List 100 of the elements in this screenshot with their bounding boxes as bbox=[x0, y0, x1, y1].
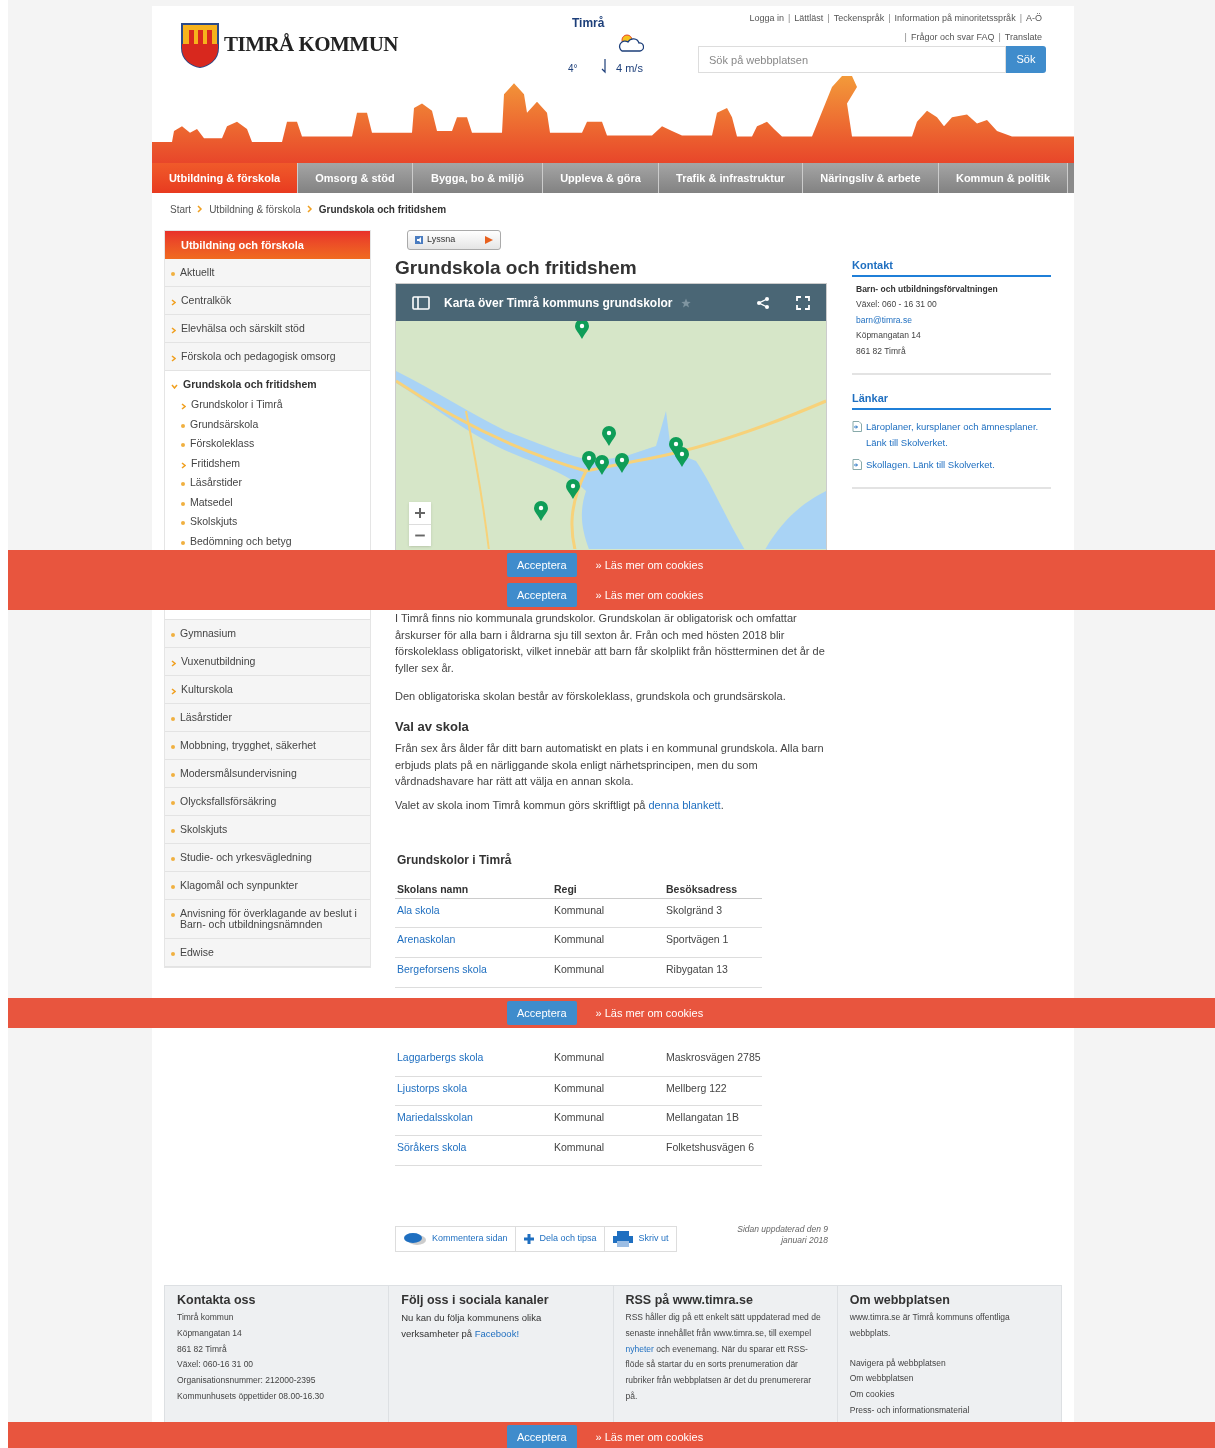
paragraph: Från sex års ålder får ditt barn automatiskt en plats i en kommunal grundskola. Alla barn erbjuds plats på en närliggande skola enligt närhetsprincipen, men du som vårdnadshavare har rätt att välja en annan skola. bbox=[395, 741, 825, 789]
breadcrumb-item: Grundskola och fritidshem bbox=[318, 202, 447, 217]
sidebar-toggle-icon[interactable] bbox=[412, 295, 430, 310]
sidebar-link[interactable]: Skolskjuts bbox=[180, 824, 228, 835]
chevron-icon bbox=[171, 688, 176, 695]
chevron-icon bbox=[181, 403, 186, 410]
chevron-icon bbox=[171, 355, 176, 362]
breadcrumb-item[interactable]: Utbildning & förskola bbox=[209, 201, 301, 217]
accept-button[interactable]: Acceptera bbox=[507, 1001, 577, 1025]
table-cell: Mellberg 122 bbox=[664, 1076, 762, 1106]
listen-button[interactable]: Lyssna bbox=[407, 230, 501, 250]
school-link[interactable]: Söråkers skola bbox=[395, 1135, 552, 1166]
logo-text[interactable]: TIMRÅ KOMMUN bbox=[224, 29, 398, 61]
top-link[interactable]: Logga in bbox=[749, 12, 784, 26]
school-link[interactable]: Laggarbergs skola bbox=[395, 1046, 552, 1077]
separator: | bbox=[888, 12, 891, 25]
accept-button[interactable]: Acceptera bbox=[507, 553, 577, 577]
bullet-icon bbox=[171, 745, 175, 749]
map-title: Karta över Timrå kommuns grundskolor bbox=[444, 294, 673, 312]
cookie-info-link[interactable]: » Läs mer om cookies bbox=[595, 556, 704, 574]
breadcrumb-item[interactable]: Start bbox=[170, 201, 192, 217]
accept-button[interactable]: Acceptera bbox=[507, 1425, 577, 1448]
toolbar-link[interactable]: Kommentera sidan bbox=[396, 1226, 516, 1251]
cookie-info-link[interactable]: » Läs mer om cookies bbox=[595, 586, 704, 604]
sidebar-link[interactable]: Aktuellt bbox=[180, 267, 215, 278]
sidebar-link[interactable]: Olycksfallsförsäkring bbox=[180, 796, 277, 807]
bullet-icon bbox=[171, 801, 175, 805]
top-link[interactable]: Teckenspråk bbox=[833, 12, 885, 26]
bullet-icon bbox=[171, 633, 175, 637]
school-link[interactable]: Ljustorps skola bbox=[395, 1076, 552, 1106]
sidebar-link[interactable]: Grundskolor i Timrå bbox=[191, 399, 283, 411]
postal-address: 861 82 Timrå bbox=[856, 344, 907, 357]
footer-link[interactable]: Om cookies bbox=[849, 1387, 1049, 1403]
paragraph: Den obligatoriska skolan består av förskoleklass, grundskola och grundsärskola. bbox=[395, 689, 787, 704]
sidebar-link[interactable]: Grundskola och fritidshem bbox=[183, 379, 317, 390]
top-link[interactable]: Translate bbox=[1004, 30, 1042, 44]
cookie-info-link[interactable]: » Läs mer om cookies bbox=[595, 1004, 704, 1022]
facebook-link[interactable]: Facebook! bbox=[474, 1328, 520, 1339]
search-field[interactable]: Sök på webbplatsen bbox=[698, 46, 1006, 73]
play-icon bbox=[484, 235, 494, 245]
search-button[interactable]: Sök bbox=[1006, 46, 1046, 73]
school-link[interactable]: Mariedalsskolan bbox=[395, 1105, 552, 1136]
sidebar-link[interactable]: Centralkök bbox=[181, 295, 232, 306]
table-cell: Maskrosvägen 2785 bbox=[664, 1046, 762, 1077]
sidebar-link[interactable]: Förskoleklass bbox=[190, 438, 255, 450]
table-cell: Kommunal bbox=[552, 957, 664, 988]
footer-text: Växel: 060-16 31 00 bbox=[177, 1358, 254, 1372]
accept-button[interactable]: Acceptera bbox=[507, 583, 577, 607]
top-link[interactable]: Frågor och svar FAQ bbox=[910, 30, 995, 44]
footer-heading: Kontakta oss bbox=[177, 1292, 257, 1308]
table-cell: Folketshusvägen 6 bbox=[664, 1135, 762, 1166]
footer-link[interactable]: Press- och informationsmaterial bbox=[849, 1403, 1049, 1419]
school-link[interactable]: Bergeforsens skola bbox=[395, 957, 552, 988]
sidebar-link[interactable]: Läsårstider bbox=[190, 477, 242, 489]
sidebar-link[interactable]: Grundsärskola bbox=[190, 418, 259, 430]
cookie-info-link[interactable]: » Läs mer om cookies bbox=[595, 1428, 704, 1446]
sidebar-link[interactable]: Bedömning och betyg bbox=[190, 535, 292, 547]
column-header: Besöksadress bbox=[664, 877, 762, 898]
sidebar-heading: Utbildning och förskola bbox=[165, 231, 370, 259]
top-link[interactable]: A-Ö bbox=[1026, 12, 1042, 26]
speech-bubble-icon bbox=[403, 1231, 427, 1246]
school-link[interactable]: Arenaskolan bbox=[395, 927, 552, 958]
toolbar-link[interactable]: Dela och tipsa bbox=[515, 1226, 605, 1251]
footer-link[interactable]: Navigera på webbplatsen bbox=[849, 1355, 1049, 1372]
plus-icon bbox=[522, 1232, 535, 1245]
sidebar-link[interactable]: Gymnasium bbox=[180, 628, 236, 639]
zoom-in-icon[interactable] bbox=[409, 502, 431, 524]
footer-link[interactable]: Timrå kommun bbox=[177, 1310, 234, 1326]
sidebar-link[interactable]: Matsedel bbox=[190, 496, 233, 508]
sidebar-link[interactable]: Edwise bbox=[180, 947, 214, 958]
top-link[interactable]: Lättläst bbox=[794, 12, 824, 26]
email-link[interactable]: barn@timra.se bbox=[856, 313, 1047, 326]
school-link[interactable]: Ala skola bbox=[395, 898, 552, 928]
sidebar-link[interactable]: Kulturskola bbox=[181, 684, 233, 695]
external-link[interactable]: Skollagen. Länk till Skolverket. bbox=[866, 456, 995, 473]
share-icon[interactable] bbox=[756, 295, 770, 310]
sidebar-link[interactable]: Läsårstider bbox=[180, 712, 232, 723]
external-link[interactable]: Läroplaner, kursplaner och ämnesplaner. Länk till Skolverket. bbox=[866, 418, 1051, 451]
table-cell: Kommunal bbox=[552, 1076, 664, 1106]
sidebar-link[interactable]: Vuxenutbildning bbox=[181, 656, 256, 667]
news-link[interactable]: nyheter bbox=[625, 1343, 654, 1354]
sidebar-link[interactable]: Skolskjuts bbox=[190, 516, 238, 528]
section-heading: Val av skola bbox=[395, 717, 470, 736]
footer-text: Kommunhusets öppettider 08.00-16.30 bbox=[177, 1390, 324, 1403]
bullet-icon bbox=[181, 423, 185, 428]
top-link[interactable]: Information på minoritetsspråk bbox=[894, 12, 1016, 26]
chevron-icon bbox=[306, 205, 313, 213]
coat-of-arms-icon bbox=[180, 22, 220, 68]
sidebar-link[interactable]: Fritidshem bbox=[191, 457, 240, 469]
nav-tab[interactable]: Utbildning & förskola bbox=[152, 163, 298, 193]
form-link[interactable]: denna blankett bbox=[648, 798, 721, 811]
footer-link[interactable]: Om webbplatsen bbox=[849, 1371, 1049, 1388]
printer-icon bbox=[611, 1230, 634, 1247]
table-cell: Kommunal bbox=[552, 1105, 664, 1136]
bullet-icon bbox=[181, 540, 185, 545]
phone-number: Växel: 060 - 16 31 00 bbox=[856, 298, 938, 311]
toolbar-link[interactable]: Skriv ut bbox=[604, 1226, 676, 1251]
fullscreen-icon[interactable] bbox=[796, 295, 810, 310]
bullet-icon bbox=[171, 952, 175, 956]
star-icon[interactable] bbox=[680, 297, 691, 308]
